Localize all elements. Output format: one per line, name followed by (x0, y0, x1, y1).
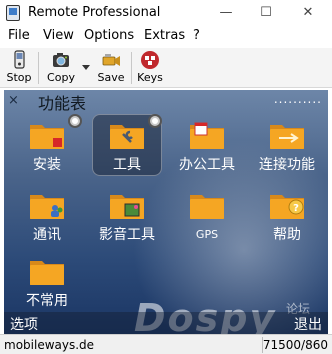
folder-gps-icon (190, 195, 224, 219)
stop-phone-icon (14, 50, 25, 69)
svg-text:?: ? (293, 203, 299, 214)
folder-install-icon (30, 125, 64, 149)
toolbar-divider (38, 52, 39, 84)
menu-item-label: 安装 (33, 157, 61, 173)
menu-help[interactable]: ? (193, 28, 200, 43)
folder-help-icon: ? (270, 195, 304, 219)
copy-label: Copy (47, 71, 75, 84)
status-bar: mobileways.de 71500/860 (0, 334, 332, 354)
softkey-options[interactable]: 选项 (10, 314, 38, 334)
status-transfer-count: 71500/860 (262, 338, 328, 352)
phone-screen[interactable]: × 功能表 .......... 安装 工具 办公工具 连接功能 通讯 影音工具… (4, 90, 328, 334)
softkey-bar: 选项 退出 (4, 312, 328, 334)
menu-item-label: 工具 (113, 157, 141, 173)
title-bar: Remote Professional — ☐ ✕ (0, 0, 332, 26)
menu-item-help[interactable]: ? 帮助 (248, 184, 326, 256)
folder-media-icon (110, 195, 144, 219)
app-icon (6, 5, 20, 21)
menu-item-label: 办公工具 (179, 157, 235, 173)
status-website: mobileways.de (4, 338, 95, 352)
menu-extras[interactable]: Extras (144, 28, 185, 43)
menu-item-label: GPS (195, 228, 219, 241)
softkey-exit[interactable]: 退出 (294, 314, 322, 334)
menu-file[interactable]: File (8, 28, 30, 43)
maximize-button[interactable]: ☐ (246, 2, 286, 24)
menu-item-label: 通讯 (33, 227, 61, 243)
menu-item-media[interactable]: 影音工具 (88, 184, 166, 256)
copy-button[interactable]: Copy (44, 50, 78, 86)
phone-close-icon[interactable]: × (8, 93, 19, 108)
menu-item-gps[interactable]: GPS (168, 184, 246, 256)
menu-item-office[interactable]: 办公工具 (168, 114, 246, 186)
folder-misc-icon (30, 261, 64, 285)
menu-item-communication[interactable]: 通讯 (8, 184, 86, 256)
menu-item-label: 不常用 (26, 293, 68, 309)
window-title: Remote Professional (28, 5, 161, 20)
minimize-button[interactable]: — (206, 2, 246, 24)
save-label: Save (97, 71, 125, 84)
menu-item-connectivity[interactable]: 连接功能 (248, 114, 326, 186)
keys-button[interactable]: Keys (136, 50, 164, 86)
keys-icon (141, 51, 159, 69)
phone-header: × 功能表 .......... (4, 90, 328, 113)
menu-view[interactable]: View (43, 28, 74, 43)
folder-connect-icon (270, 125, 304, 149)
folder-communication-icon (30, 195, 64, 219)
folder-tools-icon (110, 125, 144, 149)
selection-badge-icon (148, 114, 162, 128)
selection-badge-icon (68, 114, 82, 128)
close-button[interactable]: ✕ (288, 2, 328, 24)
menu-item-label: 影音工具 (99, 227, 155, 243)
stop-label: Stop (6, 71, 32, 84)
phone-scroll-indicator: .......... (273, 92, 322, 106)
keys-label: Keys (137, 71, 163, 84)
menu-options[interactable]: Options (84, 28, 134, 43)
camera-icon (53, 53, 69, 67)
stop-button[interactable]: Stop (4, 50, 34, 86)
phone-menu-title: 功能表 (38, 94, 87, 113)
menu-item-label: 连接功能 (259, 157, 315, 173)
folder-office-icon (190, 122, 224, 149)
toolbar-divider (131, 52, 132, 84)
save-button[interactable]: Save (96, 50, 126, 86)
toolbar: Stop Copy Save Keys (0, 48, 332, 88)
video-camera-icon (102, 54, 120, 66)
copy-dropdown-icon[interactable] (81, 64, 91, 72)
menu-item-label: 帮助 (273, 227, 301, 243)
menu-bar: File View Options Extras ? (0, 26, 332, 46)
